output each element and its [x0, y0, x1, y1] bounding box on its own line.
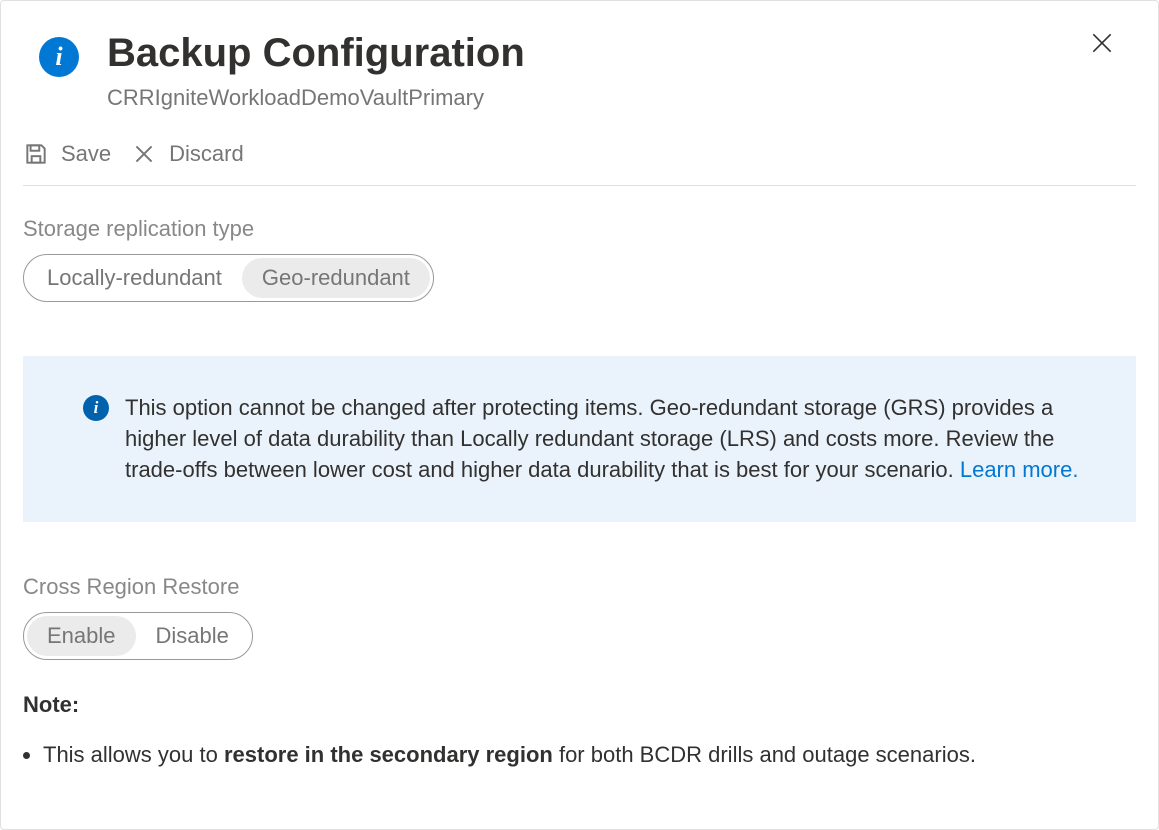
info-icon: i	[83, 395, 109, 421]
save-button[interactable]: Save	[23, 141, 111, 167]
discard-label: Discard	[169, 141, 244, 167]
info-icon: i	[39, 37, 79, 77]
note-section: Note: This allows you to restore in the …	[23, 692, 1136, 771]
disable-option[interactable]: Disable	[136, 616, 249, 656]
page-header: i Backup Configuration CRRIgniteWorkload…	[1, 1, 1158, 111]
discard-button[interactable]: Discard	[131, 141, 244, 167]
info-text: This option cannot be changed after prot…	[125, 392, 1096, 486]
save-label: Save	[61, 141, 111, 167]
cross-region-section: Cross Region Restore Enable Disable	[23, 574, 1136, 660]
info-box: i This option cannot be changed after pr…	[23, 356, 1136, 522]
close-button[interactable]	[1086, 29, 1118, 61]
discard-icon	[131, 141, 157, 167]
toolbar: Save Discard	[1, 111, 1158, 185]
storage-replication-toggle: Locally-redundant Geo-redundant	[23, 254, 434, 302]
page-subtitle: CRRIgniteWorkloadDemoVaultPrimary	[107, 85, 1118, 111]
enable-option[interactable]: Enable	[27, 616, 136, 656]
save-icon	[23, 141, 49, 167]
close-icon	[1089, 30, 1115, 61]
locally-redundant-option[interactable]: Locally-redundant	[27, 258, 242, 298]
note-label: Note:	[23, 692, 1136, 718]
storage-replication-label: Storage replication type	[23, 216, 1136, 242]
cross-region-toggle: Enable Disable	[23, 612, 253, 660]
storage-replication-section: Storage replication type Locally-redunda…	[23, 216, 1136, 302]
learn-more-link[interactable]: Learn more.	[960, 457, 1079, 482]
page-title: Backup Configuration	[107, 29, 1118, 77]
geo-redundant-option[interactable]: Geo-redundant	[242, 258, 430, 298]
note-item: This allows you to restore in the second…	[43, 740, 1136, 771]
cross-region-label: Cross Region Restore	[23, 574, 1136, 600]
